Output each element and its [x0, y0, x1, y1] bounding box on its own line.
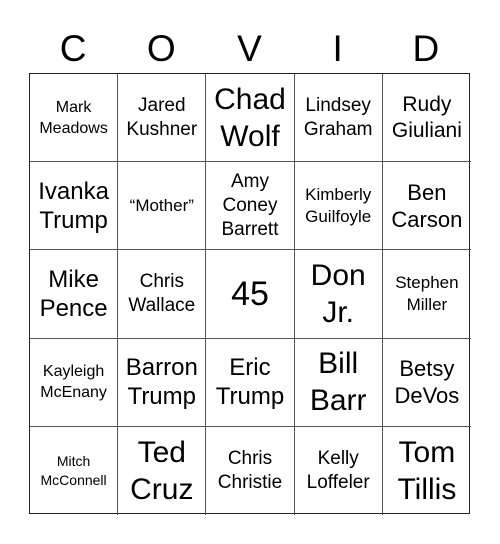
bingo-cell[interactable]: Mitch McConnell	[30, 426, 119, 515]
header-letter-c: C	[59, 28, 87, 69]
cell-label: “Mother”	[129, 195, 194, 215]
bingo-cell[interactable]: Betsy DeVos	[382, 339, 471, 427]
header-letter-i: I	[332, 28, 343, 69]
cell-label: Ted Cruz	[130, 435, 194, 506]
bingo-cell[interactable]: Chris Christie	[206, 426, 295, 515]
bingo-cell[interactable]: Kelly Loffeler	[295, 426, 383, 515]
cell-label: Kelly Loffeler	[306, 447, 370, 493]
cell-label: Jared Kushner	[126, 94, 198, 140]
header-letter-d: D	[412, 28, 440, 69]
header-letter-o: O	[146, 28, 176, 69]
cell-label: Chad Wolf	[214, 82, 286, 153]
cell-label: Lindsey Graham	[303, 94, 373, 140]
bingo-cell[interactable]: Don Jr.	[294, 250, 383, 339]
bingo-header: C O V I D	[29, 26, 470, 72]
bingo-cell[interactable]: Chris Wallace	[118, 250, 207, 339]
bingo-cell[interactable]: Ted Cruz	[118, 426, 207, 515]
bingo-cell[interactable]: Stephen Miller	[382, 250, 471, 339]
bingo-cell[interactable]: Lindsey Graham	[294, 74, 383, 163]
bingo-cell[interactable]: Eric Trump	[206, 338, 295, 427]
bingo-cell[interactable]: Barron Trump	[118, 338, 207, 427]
cell-label: Amy Coney Barrett	[221, 170, 279, 240]
cell-label: Don Jr.	[310, 258, 366, 329]
bingo-board: Mark Meadows Jared Kushner Chad Wolf Lin…	[29, 73, 471, 515]
header-letter-v: V	[237, 28, 262, 69]
cell-label: Betsy DeVos	[394, 356, 460, 409]
bingo-cell-free[interactable]: 45	[206, 250, 295, 339]
cell-label: Bill Barr	[309, 347, 367, 418]
bingo-cell[interactable]: Rudy Giuliani	[382, 74, 471, 163]
cell-label: Chris Wallace	[128, 270, 196, 316]
cell-label: Barron Trump	[125, 354, 198, 411]
cell-label: Rudy Giuliani	[391, 92, 462, 142]
cell-label: Eric Trump	[215, 354, 285, 411]
bingo-cell[interactable]: Tom Tillis	[383, 427, 471, 515]
bingo-cell[interactable]: Kayleigh McEnany	[30, 338, 119, 427]
bingo-cell[interactable]: Ben Carson	[382, 162, 471, 251]
cell-label: Tom Tillis	[397, 435, 457, 506]
cell-label: Mike Pence	[39, 265, 108, 322]
cell-label: 45	[231, 274, 269, 313]
bingo-cell[interactable]: Amy Coney Barrett	[206, 162, 295, 251]
bingo-cell[interactable]: Mike Pence	[30, 250, 119, 339]
cell-label: Kimberly Guilfoyle	[305, 184, 372, 226]
cell-label: Ivanka Trump	[38, 177, 109, 234]
cell-label: Stephen Miller	[395, 272, 459, 314]
bingo-cell[interactable]: Ivanka Trump	[30, 162, 119, 251]
bingo-cell[interactable]: Kimberly Guilfoyle	[294, 162, 383, 251]
bingo-cell[interactable]: Mark Meadows	[30, 74, 119, 163]
bingo-cell[interactable]: “Mother”	[118, 162, 207, 251]
cell-label: Mark Meadows	[39, 98, 108, 137]
cell-label: Mitch McConnell	[40, 452, 107, 488]
cell-label: Ben Carson	[391, 179, 463, 232]
bingo-cell[interactable]: Chad Wolf	[206, 74, 295, 163]
bingo-cell[interactable]: Jared Kushner	[118, 74, 207, 163]
cell-label: Chris Christie	[217, 447, 283, 493]
cell-label: Kayleigh McEnany	[40, 363, 107, 402]
bingo-cell[interactable]: Bill Barr	[294, 338, 383, 427]
